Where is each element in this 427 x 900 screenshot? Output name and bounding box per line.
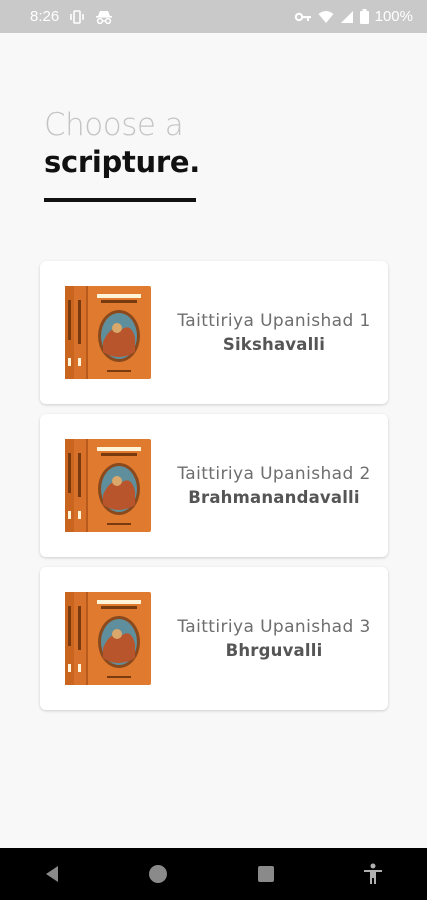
home-icon[interactable] [148, 864, 168, 884]
navigation-bar [0, 848, 427, 900]
scripture-title: Taittiriya Upanishad 2 [177, 464, 371, 484]
scripture-subtitle: Sikshavalli [222, 335, 326, 354]
card-text: Taittiriya Upanishad 2 Brahmanandavalli [160, 414, 388, 557]
card-text: Taittiriya Upanishad 1 Sikshavalli [160, 261, 388, 404]
heading-line-2: scripture. [44, 145, 200, 179]
status-bar: 8:26 100% [0, 0, 427, 33]
vibrate-icon [69, 9, 85, 24]
wifi-icon [318, 10, 334, 24]
book-cover-image [65, 592, 151, 685]
card-text: Taittiriya Upanishad 3 Bhrguvalli [160, 567, 388, 710]
heading-underline [44, 198, 196, 202]
book-cover-image [65, 286, 151, 379]
heading-line-1: Choose a [44, 107, 184, 143]
book-cover-image [65, 439, 151, 532]
recents-icon[interactable] [257, 865, 275, 883]
battery-icon [359, 9, 369, 24]
status-left: 8:26 [30, 8, 113, 25]
scripture-subtitle: Bhrguvalli [225, 641, 323, 660]
signal-icon [340, 10, 354, 24]
scripture-subtitle: Brahmanandavalli [188, 488, 360, 507]
scripture-card-3[interactable]: Taittiriya Upanishad 3 Bhrguvalli [40, 567, 388, 710]
scripture-card-1[interactable]: Taittiriya Upanishad 1 Sikshavalli [40, 261, 388, 404]
vpn-key-icon [294, 10, 312, 24]
page-heading: Choose a scripture. [44, 108, 200, 182]
incognito-icon [95, 10, 113, 24]
back-icon[interactable] [44, 865, 60, 883]
status-right: 100% [294, 8, 413, 25]
accessibility-icon[interactable] [363, 863, 383, 885]
scripture-title: Taittiriya Upanishad 1 [177, 311, 371, 331]
scripture-title: Taittiriya Upanishad 3 [177, 617, 371, 637]
status-time: 8:26 [30, 8, 60, 25]
scripture-card-2[interactable]: Taittiriya Upanishad 2 Brahmanandavalli [40, 414, 388, 557]
battery-percent: 100% [374, 8, 413, 25]
